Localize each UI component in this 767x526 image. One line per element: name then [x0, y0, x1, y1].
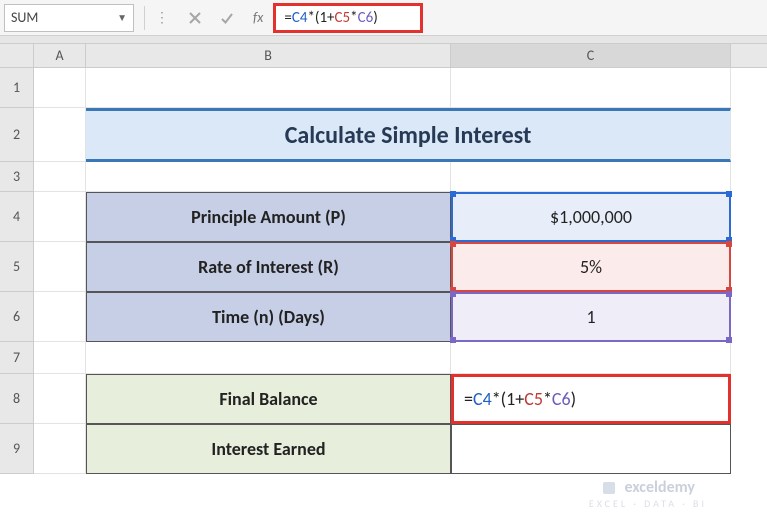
cell-C3[interactable]	[451, 162, 731, 192]
formula-text: =C4*(1+C5*C6)	[284, 9, 377, 27]
cell-C4[interactable]: $1,000,000	[451, 192, 731, 242]
label-time[interactable]: Time (n) (Days)	[86, 292, 451, 342]
row-header-5[interactable]: 5	[0, 242, 34, 292]
formula-bar: SUM ▼ ⋮ fx =C4*(1+C5*C6)	[0, 0, 767, 36]
separator	[144, 6, 145, 30]
label-final-balance[interactable]: Final Balance	[86, 374, 451, 424]
row-header-7[interactable]: 7	[0, 342, 34, 374]
label-principle[interactable]: Principle Amount (P)	[86, 192, 451, 242]
cell-A6[interactable]	[34, 292, 86, 342]
row-header-9[interactable]: 9	[0, 424, 34, 474]
cell-C8-active[interactable]: =C4*(1+C5*C6)	[451, 374, 731, 424]
col-header-C[interactable]: C	[451, 44, 731, 67]
cell-A5[interactable]	[34, 242, 86, 292]
row-header-4[interactable]: 4	[0, 192, 34, 242]
row-header-1[interactable]: 1	[0, 68, 34, 108]
row-header-6[interactable]: 6	[0, 292, 34, 342]
cell-A4[interactable]	[34, 192, 86, 242]
name-box-value: SUM	[11, 9, 38, 26]
col-header-A[interactable]: A	[34, 44, 86, 67]
cell-A8[interactable]	[34, 374, 86, 424]
title-cell[interactable]: Calculate Simple Interest	[86, 108, 731, 162]
enter-icon[interactable]	[213, 4, 241, 32]
row-header-2[interactable]: 2	[0, 108, 34, 162]
fx-label[interactable]: fx	[253, 9, 263, 26]
cell-C1[interactable]	[451, 68, 731, 108]
cell-A9[interactable]	[34, 424, 86, 474]
name-box[interactable]: SUM ▼	[4, 4, 134, 32]
cell-A1[interactable]	[34, 68, 86, 108]
row-header-8[interactable]: 8	[0, 374, 34, 424]
label-interest-earned[interactable]: Interest Earned	[86, 424, 451, 474]
cell-A3[interactable]	[34, 162, 86, 192]
grid-body: 1 2 3 4 5 6 7 8 9 Calculate Simple Inter…	[0, 68, 767, 474]
cell-C6[interactable]: 1	[451, 292, 731, 342]
cell-A7[interactable]	[34, 342, 86, 374]
column-headers: A B C	[0, 44, 767, 68]
watermark: exceldemy EXCEL · DATA · BI	[589, 478, 707, 510]
row-headers: 1 2 3 4 5 6 7 8 9	[0, 68, 34, 474]
cells-area: Calculate Simple Interest Principle Amou…	[34, 68, 731, 474]
cell-C8-formula: =C4*(1+C5*C6)	[464, 388, 576, 410]
cell-A2[interactable]	[34, 108, 86, 162]
col-header-B[interactable]: B	[86, 44, 451, 67]
select-all-corner[interactable]	[0, 44, 34, 67]
cell-B7[interactable]	[86, 342, 451, 374]
cell-B3[interactable]	[86, 162, 451, 192]
cell-C9[interactable]	[451, 424, 731, 474]
row-header-3[interactable]: 3	[0, 162, 34, 192]
ribbon-edge	[0, 36, 767, 44]
cell-B1[interactable]	[86, 68, 451, 108]
label-rate[interactable]: Rate of Interest (R)	[86, 242, 451, 292]
cell-C7[interactable]	[451, 342, 731, 374]
cell-C5[interactable]: 5%	[451, 242, 731, 292]
more-icon: ⋮	[155, 9, 169, 26]
chevron-down-icon[interactable]: ▼	[117, 11, 127, 24]
formula-input[interactable]: =C4*(1+C5*C6)	[273, 3, 423, 33]
cancel-icon[interactable]	[181, 4, 209, 32]
